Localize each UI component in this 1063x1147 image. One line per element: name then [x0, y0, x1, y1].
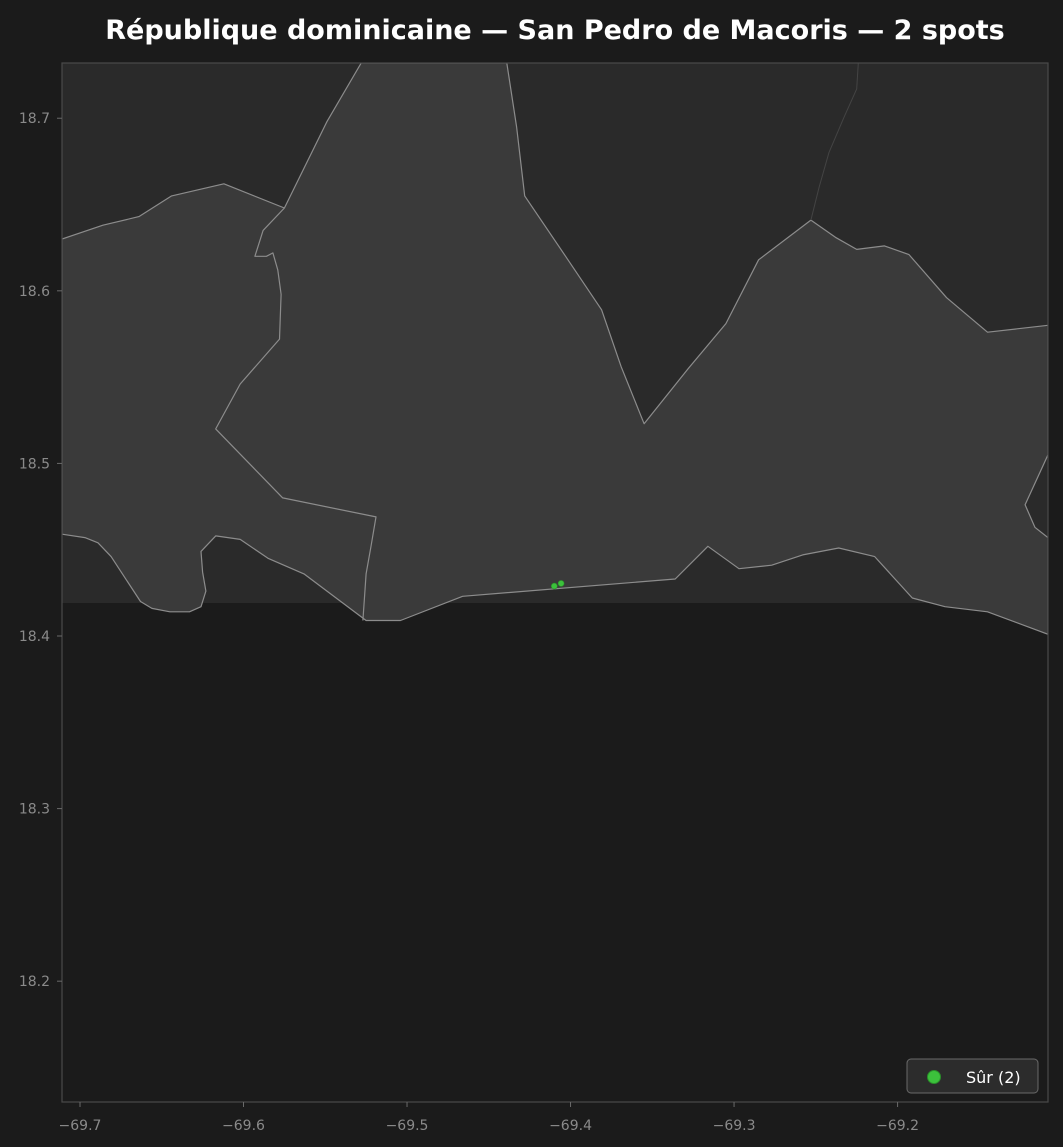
y-tick-label: 18.4 — [19, 629, 50, 645]
x-tick-label: −69.3 — [713, 1118, 756, 1134]
map-figure: République dominicaine — San Pedro de Ma… — [0, 0, 1063, 1147]
x-tick-label: −69.5 — [386, 1118, 429, 1134]
y-tick-label: 18.2 — [19, 974, 50, 990]
legend[interactable]: Sûr (2) — [906, 1058, 1039, 1094]
plot-area[interactable] — [62, 63, 1048, 1102]
spot-marker[interactable] — [550, 582, 558, 590]
y-tick-label: 18.6 — [19, 284, 50, 300]
spot-marker[interactable] — [557, 580, 565, 587]
legend-label: Sûr (2) — [966, 1068, 1021, 1087]
x-tick-label: −69.6 — [222, 1118, 265, 1134]
x-tick-label: −69.2 — [876, 1118, 919, 1134]
y-tick-label: 18.7 — [19, 111, 50, 127]
x-tick-label: −69.7 — [59, 1118, 102, 1134]
x-tick-label: −69.4 — [549, 1118, 592, 1134]
page-title: République dominicaine — San Pedro de Ma… — [105, 15, 1005, 46]
y-tick-label: 18.3 — [19, 802, 50, 818]
legend-marker-icon — [927, 1070, 941, 1084]
y-tick-label: 18.5 — [19, 456, 50, 472]
